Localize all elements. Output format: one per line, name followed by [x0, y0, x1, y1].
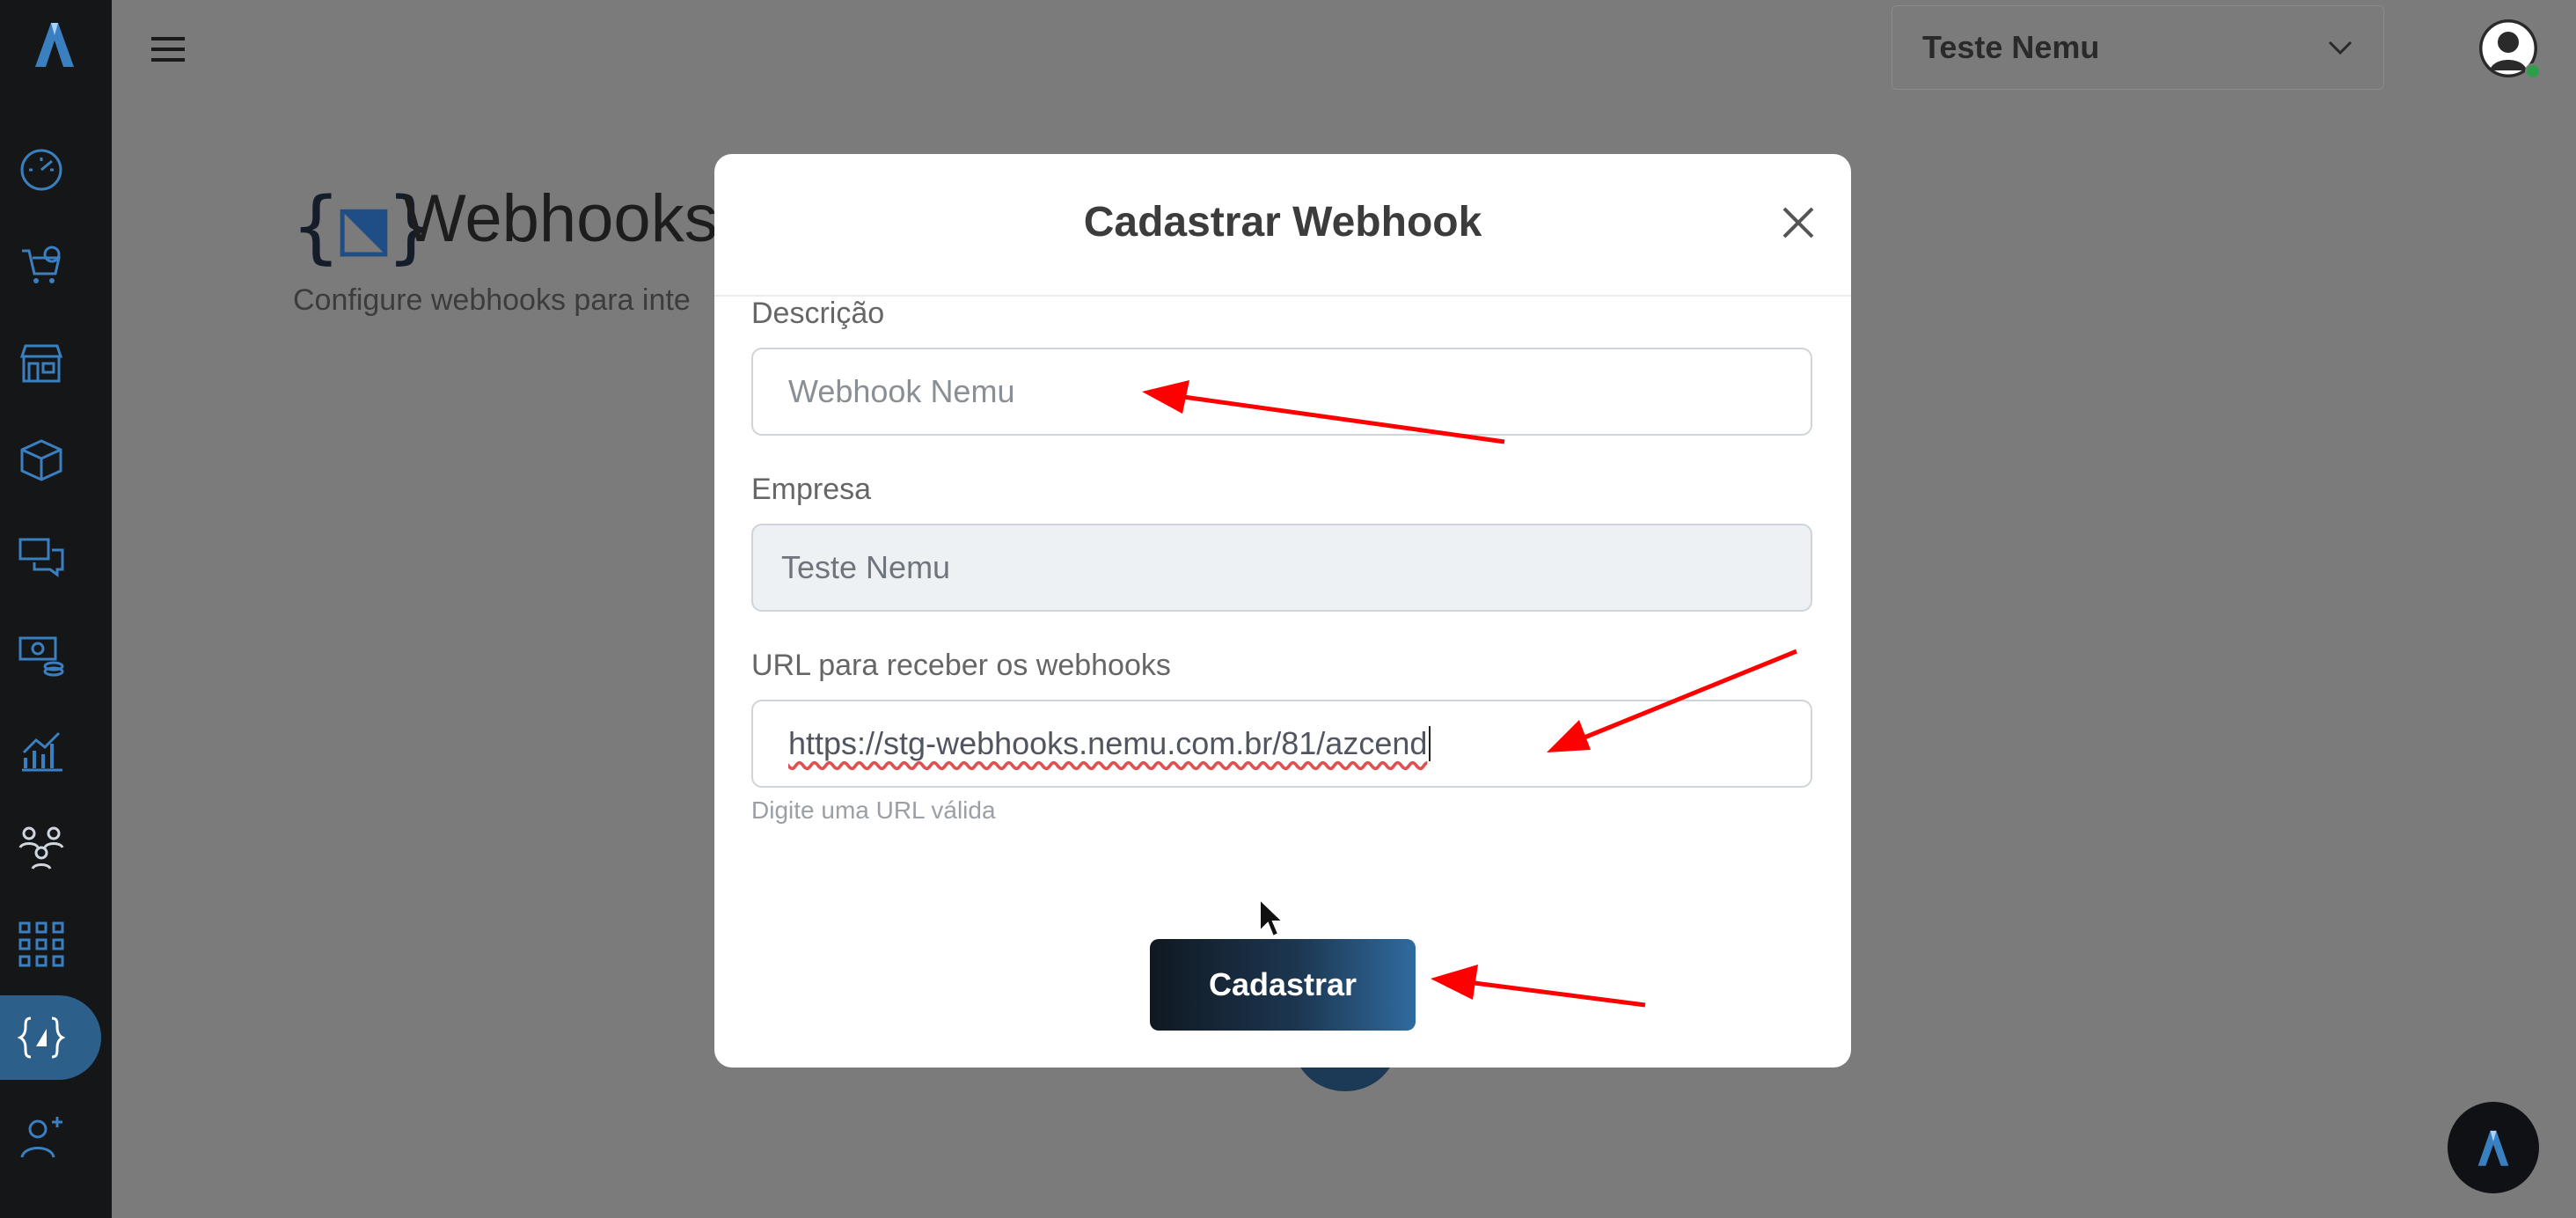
company-select[interactable]: Teste Nemu [1892, 5, 2384, 90]
sidebar-item-products[interactable] [14, 433, 69, 488]
page-subtitle: Configure webhooks para inte [293, 283, 691, 317]
sidebar-item-finance[interactable] [14, 627, 69, 681]
sidebar-item-messages[interactable] [14, 530, 69, 584]
sidebar-item-orders[interactable] [14, 239, 69, 294]
mouse-cursor-icon [1259, 898, 1284, 938]
sidebar-item-webhooks[interactable] [14, 1010, 69, 1065]
url-input[interactable]: https://stg-webhooks.nemu.com.br/81/azce… [751, 700, 1812, 788]
sidebar-item-reports[interactable] [14, 723, 69, 778]
package-box-icon [20, 439, 62, 481]
dashboard-gauge-icon [20, 149, 62, 191]
sidebar [0, 0, 112, 1218]
page-title: Webhooks [403, 181, 718, 256]
chat-bubbles-icon [18, 538, 64, 577]
support-chat-button[interactable] [2448, 1102, 2539, 1193]
close-icon[interactable] [1779, 203, 1818, 242]
money-bill-icon [18, 636, 64, 677]
sidebar-item-team[interactable] [14, 820, 69, 875]
add-user-icon [20, 1117, 62, 1158]
sidebar-item-add-user[interactable] [14, 1111, 69, 1165]
growth-chart-icon [22, 731, 62, 772]
storefront-icon [19, 344, 63, 383]
chevron-down-icon [2328, 40, 2353, 55]
webhooks-braces-icon [17, 1016, 66, 1059]
submit-button[interactable]: Cadastrar [1150, 939, 1416, 1031]
company-select-value: Teste Nemu [1922, 29, 2100, 65]
sidebar-item-store[interactable] [14, 336, 69, 391]
hamburger-menu-icon[interactable] [150, 35, 187, 63]
company-field-value: Teste Nemu [781, 549, 951, 585]
company-label: Empresa [751, 473, 872, 506]
app-logo-icon [2477, 1130, 2509, 1166]
sidebar-item-apps[interactable] [14, 917, 69, 972]
url-input-value: https://stg-webhooks.nemu.com.br/81/azce… [788, 725, 1428, 761]
online-status-dot [2525, 63, 2541, 79]
apps-grid-icon [18, 921, 64, 967]
sidebar-item-dashboard[interactable] [14, 143, 69, 197]
description-label: Descrição [751, 297, 885, 330]
team-users-icon [18, 826, 64, 869]
url-label: URL para receber os webhooks [751, 649, 1171, 682]
modal-header: Cadastrar Webhook [714, 154, 1851, 297]
url-hint: Digite uma URL válida [751, 796, 996, 824]
description-placeholder: Webhook Nemu [788, 373, 1015, 409]
text-caret [1429, 726, 1431, 761]
shopping-cart-check-icon [22, 246, 61, 283]
app-logo-icon[interactable] [28, 18, 81, 70]
modal-title: Cadastrar Webhook [1083, 199, 1482, 246]
description-input[interactable]: Webhook Nemu [751, 348, 1812, 436]
company-field: Teste Nemu [751, 524, 1812, 612]
